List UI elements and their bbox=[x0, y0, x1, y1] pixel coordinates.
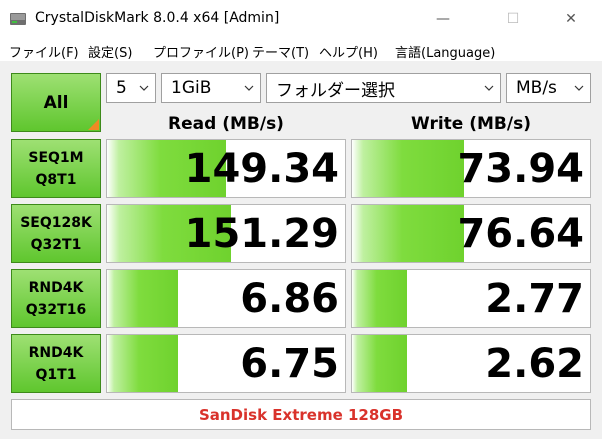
read-result-rnd4k-q1t1: 6.75 bbox=[106, 334, 346, 393]
corner-marker-icon bbox=[88, 119, 99, 130]
write-result-value: 73.94 bbox=[457, 146, 584, 192]
chevron-down-icon bbox=[139, 85, 149, 91]
menu-settings[interactable]: 設定(S) bbox=[88, 42, 132, 61]
test-button-line2: Q8T1 bbox=[35, 171, 77, 188]
read-result-seq1m-q8t1: 149.34 bbox=[106, 139, 346, 198]
all-button[interactable]: All bbox=[11, 73, 101, 132]
count-select[interactable]: 5 bbox=[106, 73, 156, 103]
read-result-value: 151.29 bbox=[184, 211, 339, 257]
write-result-value: 76.64 bbox=[457, 211, 584, 257]
test-button-line1: RND4K bbox=[28, 344, 84, 361]
close-button[interactable]: ✕ bbox=[548, 0, 594, 38]
menu-profile[interactable]: プロファイル(P) bbox=[153, 42, 249, 61]
read-result-value: 6.86 bbox=[240, 276, 339, 322]
read-result-seq128k-q32t1: 151.29 bbox=[106, 204, 346, 263]
unit-select-value: MB/s bbox=[516, 78, 557, 98]
test-button-line1: SEQ128K bbox=[20, 214, 92, 231]
write-result-value: 2.62 bbox=[485, 341, 584, 387]
disk-app-icon bbox=[10, 13, 26, 25]
write-result-bar bbox=[352, 335, 407, 392]
menu-file[interactable]: ファイル(F) bbox=[9, 42, 79, 61]
chevron-down-icon bbox=[484, 85, 494, 91]
test-button-rnd4k-q1t1[interactable]: RND4K Q1T1 bbox=[11, 334, 101, 393]
write-result-rnd4k-q1t1: 2.62 bbox=[351, 334, 591, 393]
read-result-bar bbox=[107, 335, 179, 392]
chevron-down-icon bbox=[574, 85, 584, 91]
chevron-down-icon bbox=[244, 85, 254, 91]
size-select[interactable]: 1GiB bbox=[161, 73, 261, 103]
write-result-value: 2.77 bbox=[485, 276, 584, 322]
comment-field[interactable]: SanDisk Extreme 128GB bbox=[11, 399, 591, 430]
read-result-value: 149.34 bbox=[184, 146, 339, 192]
write-result-bar bbox=[352, 270, 407, 327]
all-button-label: All bbox=[43, 92, 69, 113]
size-select-value: 1GiB bbox=[171, 78, 212, 98]
read-result-value: 6.75 bbox=[240, 341, 339, 387]
read-result-bar bbox=[107, 270, 179, 327]
title-bar: CrystalDiskMark 8.0.4 x64 [Admin] — ☐ ✕ bbox=[0, 0, 602, 38]
drive-comment: SanDisk Extreme 128GB bbox=[198, 406, 404, 424]
menu-language[interactable]: 言語(Language) bbox=[395, 42, 495, 61]
test-button-seq128k-q32t1[interactable]: SEQ128K Q32T1 bbox=[11, 204, 101, 263]
unit-select[interactable]: MB/s bbox=[506, 73, 591, 103]
test-button-line1: RND4K bbox=[28, 279, 84, 296]
test-button-line2: Q32T1 bbox=[30, 236, 82, 253]
folder-select-value: フォルダー選択 bbox=[276, 80, 395, 101]
read-column-header: Read (MB/s) bbox=[168, 114, 284, 134]
write-result-rnd4k-q32t16: 2.77 bbox=[351, 269, 591, 328]
test-button-line1: SEQ1M bbox=[28, 149, 84, 166]
write-result-bar bbox=[352, 140, 464, 197]
write-column-header: Write (MB/s) bbox=[411, 114, 531, 134]
test-button-rnd4k-q32t16[interactable]: RND4K Q32T16 bbox=[11, 269, 101, 328]
write-result-bar bbox=[352, 205, 464, 262]
test-button-seq1m-q8t1[interactable]: SEQ1M Q8T1 bbox=[11, 139, 101, 198]
write-result-seq1m-q8t1: 73.94 bbox=[351, 139, 591, 198]
menu-help[interactable]: ヘルプ(H) bbox=[319, 42, 378, 61]
window-title: CrystalDiskMark 8.0.4 x64 [Admin] bbox=[35, 10, 280, 26]
menu-theme[interactable]: テーマ(T) bbox=[252, 42, 309, 61]
test-button-line2: Q1T1 bbox=[35, 366, 77, 383]
menu-bar: ファイル(F) 設定(S) プロファイル(P) テーマ(T) ヘルプ(H) 言語… bbox=[0, 38, 602, 62]
read-result-rnd4k-q32t16: 6.86 bbox=[106, 269, 346, 328]
minimize-button[interactable]: — bbox=[420, 0, 466, 38]
count-select-value: 5 bbox=[116, 78, 127, 98]
test-button-line2: Q32T16 bbox=[25, 301, 87, 318]
folder-select[interactable]: フォルダー選択 bbox=[266, 73, 501, 103]
maximize-button[interactable]: ☐ bbox=[490, 0, 536, 38]
write-result-seq128k-q32t1: 76.64 bbox=[351, 204, 591, 263]
